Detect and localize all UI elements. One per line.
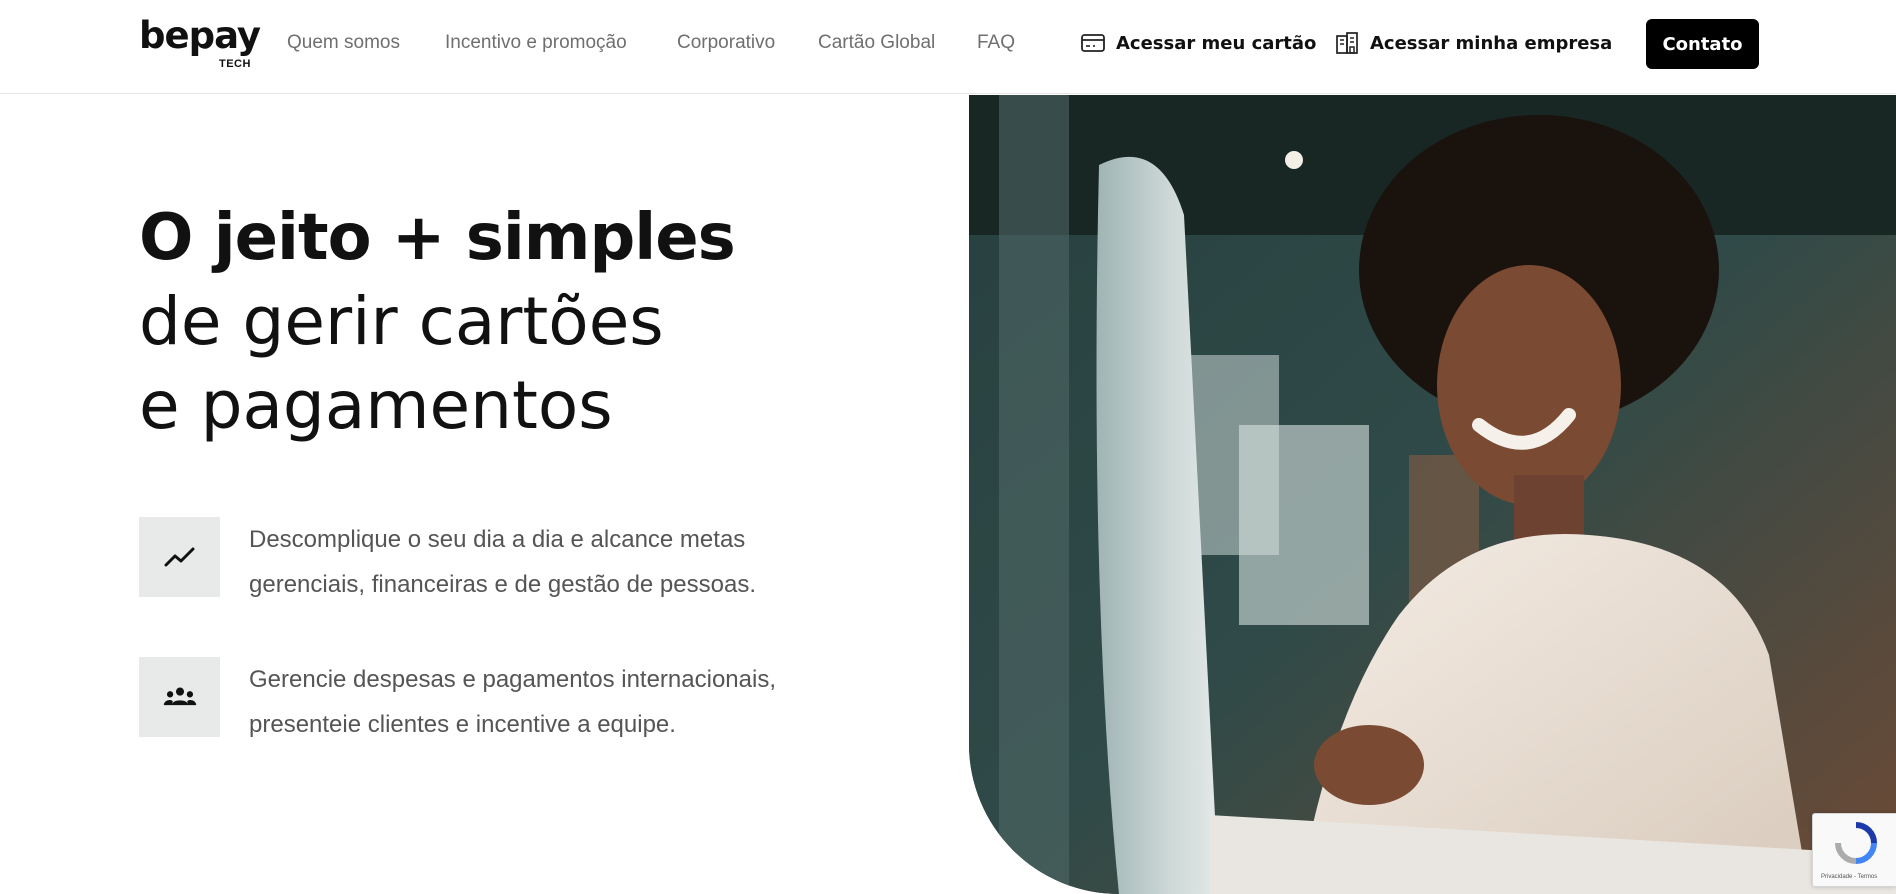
nav-link-incentivo[interactable]: Incentivo e promoção (445, 32, 627, 54)
recaptcha-badge[interactable]: Privacidade - Termos (1812, 813, 1896, 887)
site-header: bepay TECH Quem somos Incentivo e promoç… (0, 0, 1896, 94)
hero-title-line-3: e pagamentos (139, 367, 613, 444)
feature-text: Descomplique o seu dia a dia e alcance m… (249, 526, 756, 598)
access-company-link[interactable]: Acessar minha empresa (1334, 30, 1612, 56)
hero-title-line-2: de gerir cartões (139, 283, 664, 360)
access-company-label: Acessar minha empresa (1370, 32, 1613, 54)
access-card-link[interactable]: Acessar meu cartão (1080, 30, 1316, 56)
hero-title-line-1: O jeito + simples (139, 201, 736, 275)
nav-link-cartao-global[interactable]: Cartão Global (818, 32, 935, 54)
feature-icon-box (139, 657, 220, 737)
card-icon (1081, 34, 1105, 52)
building-icon (1336, 32, 1358, 54)
contact-button[interactable]: Contato (1646, 19, 1759, 69)
logo-wordmark: bepay (139, 14, 261, 57)
trending-up-icon (164, 547, 194, 567)
recaptcha-icon (1835, 822, 1877, 864)
feature-item-payments: Gerencie despesas e pagamentos internaci… (139, 657, 939, 747)
hero-photo (969, 95, 1896, 894)
hero-title: O jeito + simples de gerir cartões e pag… (139, 196, 959, 448)
nav-link-corporativo[interactable]: Corporativo (677, 32, 775, 54)
feature-item-goals: Descomplique o seu dia a dia e alcance m… (139, 517, 939, 607)
group-icon (163, 687, 196, 706)
bepay-logo[interactable]: bepay TECH (139, 16, 261, 72)
feature-text: Gerencie despesas e pagamentos internaci… (249, 666, 776, 738)
feature-icon-box (139, 517, 220, 597)
woman-at-computer-illustration (969, 95, 1896, 894)
logo-subtitle: TECH (219, 58, 251, 70)
nav-link-quem-somos[interactable]: Quem somos (287, 32, 400, 54)
recaptcha-links[interactable]: Privacidade - Termos (1821, 874, 1877, 880)
nav-link-faq[interactable]: FAQ (977, 32, 1015, 54)
access-card-label: Acessar meu cartão (1116, 32, 1317, 54)
